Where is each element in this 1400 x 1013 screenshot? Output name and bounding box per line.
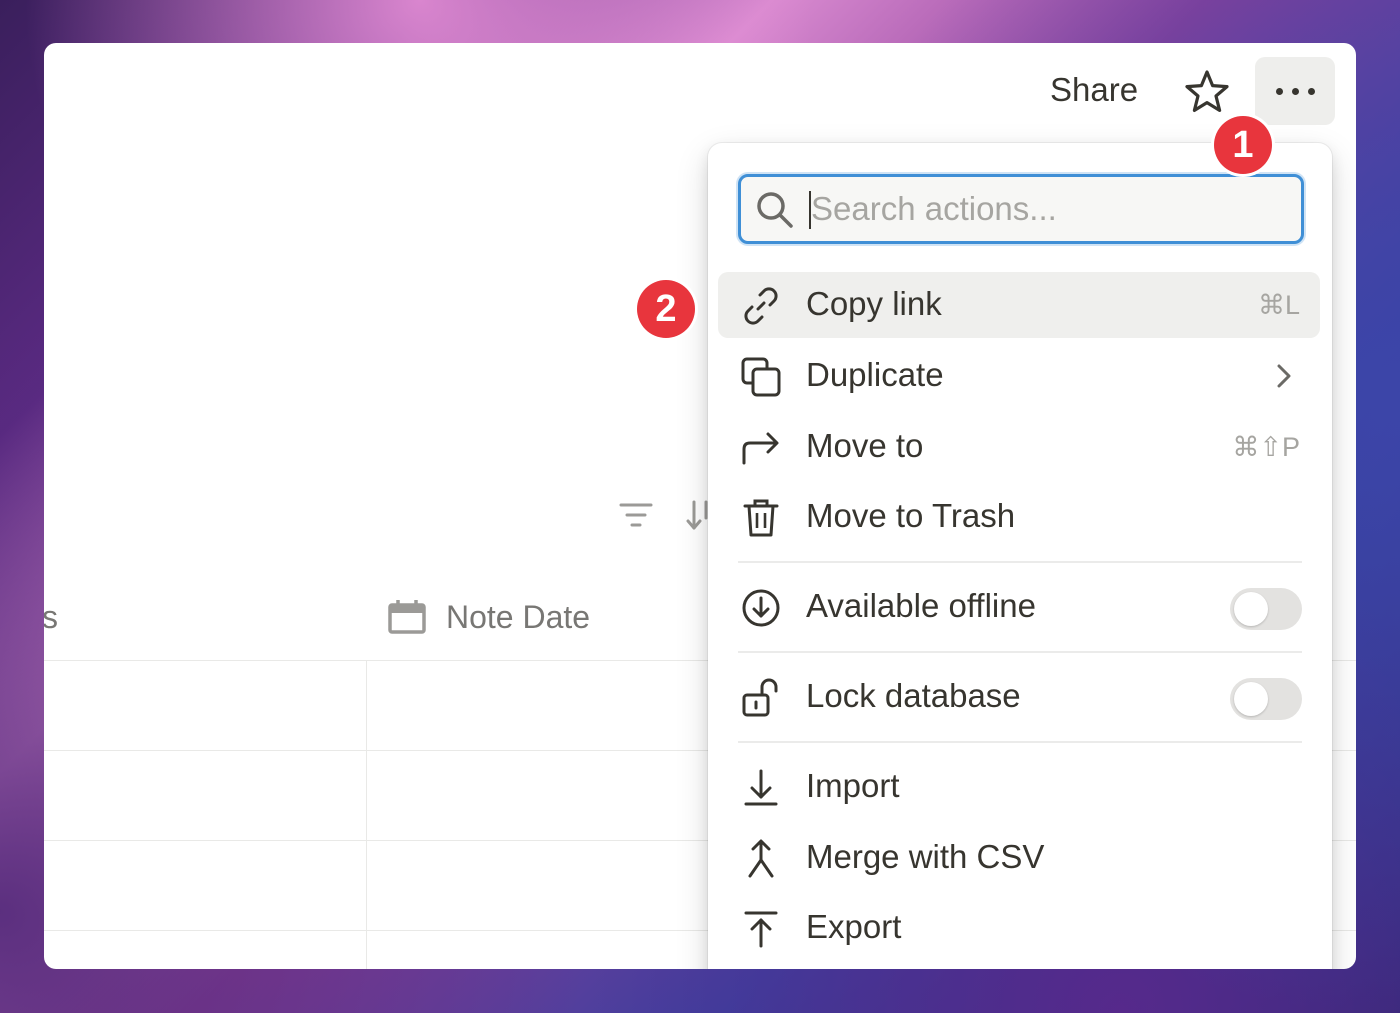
move-arrow-icon xyxy=(742,432,779,465)
menu-item-label: Lock database xyxy=(806,677,1021,714)
link-icon xyxy=(744,287,778,325)
menu-item-label: Merge with CSV xyxy=(806,838,1045,875)
menu-item-label: Copy link xyxy=(806,285,942,322)
step-badge-2: 2 xyxy=(637,280,695,338)
calendar-icon xyxy=(388,600,426,634)
column-divider xyxy=(366,661,367,969)
merge-icon xyxy=(748,839,774,878)
menu-item-duplicate[interactable]: Duplicate xyxy=(718,343,1320,409)
search-actions-field[interactable] xyxy=(738,174,1304,244)
search-input[interactable] xyxy=(811,185,1281,233)
export-icon xyxy=(744,911,778,948)
lock-toggle[interactable] xyxy=(1230,678,1302,720)
app-window: Share s Note Date Search actions... Copy… xyxy=(44,43,1356,969)
search-icon xyxy=(757,192,793,228)
menu-divider xyxy=(738,651,1302,653)
filter-icon[interactable] xyxy=(619,501,653,531)
unlock-icon xyxy=(742,678,778,717)
menu-item-label: Import xyxy=(806,767,900,804)
menu-item-label: Available offline xyxy=(806,587,1036,624)
shortcut-hint: ⌘⇧P xyxy=(1232,432,1300,462)
trash-icon xyxy=(743,499,779,537)
shortcut-hint: ⌘L xyxy=(1257,290,1300,320)
menu-item-available-offline[interactable]: Available offline xyxy=(718,574,1320,640)
menu-divider xyxy=(738,561,1302,563)
menu-item-label: Move to xyxy=(806,427,924,464)
favorite-button[interactable] xyxy=(1182,67,1232,117)
offline-toggle[interactable] xyxy=(1230,588,1302,630)
more-options-button[interactable] xyxy=(1255,57,1335,125)
step-badge-1: 1 xyxy=(1214,116,1272,174)
menu-item-import[interactable]: Import xyxy=(718,754,1320,820)
menu-item-label: Move to Trash xyxy=(806,497,1016,534)
menu-item-export[interactable]: Export xyxy=(718,895,1320,961)
menu-item-merge-with-csv[interactable]: Merge with CSV xyxy=(718,825,1320,891)
menu-item-lock-database[interactable]: Lock database xyxy=(718,664,1320,730)
menu-item-copy-link[interactable]: Copy link ⌘L xyxy=(718,272,1320,338)
page-actions-menu: Copy link ⌘L Duplicate Move to ⌘⇧P xyxy=(708,143,1332,969)
star-icon xyxy=(1185,70,1229,112)
menu-divider xyxy=(738,741,1302,743)
menu-item-move-to-trash[interactable]: Move to Trash xyxy=(718,484,1320,550)
import-icon xyxy=(744,769,778,806)
chevron-right-icon xyxy=(1277,364,1291,388)
column-header-truncated[interactable]: s xyxy=(44,599,58,636)
share-button[interactable]: Share xyxy=(1050,71,1138,109)
sort-icon[interactable] xyxy=(686,498,710,532)
menu-item-move-to[interactable]: Move to ⌘⇧P xyxy=(718,414,1320,480)
column-header-note-date[interactable]: Note Date xyxy=(446,599,590,636)
menu-item-label: Duplicate xyxy=(806,356,944,393)
download-circle-icon xyxy=(742,589,780,627)
duplicate-icon xyxy=(741,357,781,397)
menu-item-label: Export xyxy=(806,908,902,945)
